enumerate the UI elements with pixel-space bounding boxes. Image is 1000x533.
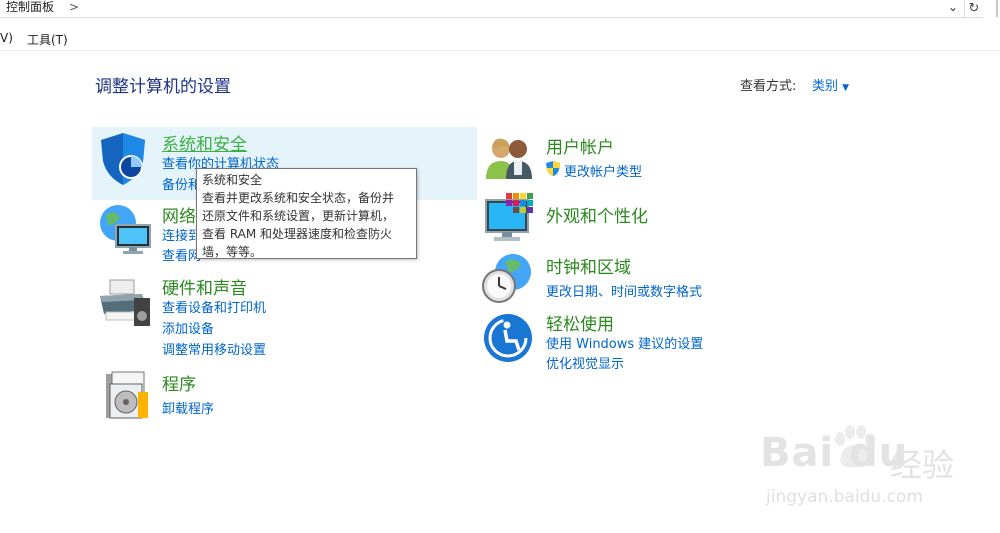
link-uninstall-program[interactable]: 卸载程序 <box>162 398 214 417</box>
category-user-accounts[interactable]: 用户帐户 <box>546 133 614 158</box>
category-ease-of-access[interactable]: 轻松使用 <box>546 310 614 335</box>
view-by-dropdown[interactable]: 类别 ▼ <box>812 75 849 94</box>
category-clock-region[interactable]: 时钟和区域 <box>546 253 631 278</box>
tooltip-line-1: 查看并更改系统和安全状态，备份并 <box>202 191 395 205</box>
link-change-account-type[interactable]: 更改帐户类型 <box>564 161 642 180</box>
link-devices-printers[interactable]: 查看设备和打印机 <box>162 297 266 316</box>
menu-tools[interactable]: 工具(T) <box>27 31 68 48</box>
clock-globe-icon[interactable] <box>481 252 533 306</box>
menu-bar: V) 工具(T) <box>0 28 1000 51</box>
category-programs[interactable]: 程序 <box>162 370 196 395</box>
dropdown-arrow-icon: ▼ <box>842 83 850 93</box>
watermark-brand: Bai du <box>760 430 909 476</box>
watermark-url: jingyan.baidu.com <box>766 487 923 507</box>
programs-icon[interactable] <box>100 370 150 422</box>
category-network[interactable]: 网络 <box>162 202 196 227</box>
ease-of-access-icon[interactable] <box>483 313 533 363</box>
breadcrumb-control-panel[interactable]: 控制面板 <box>6 0 54 15</box>
uac-shield-icon <box>546 161 560 176</box>
view-by-value: 类别 <box>812 79 839 94</box>
link-mobility-settings[interactable]: 调整常用移动设置 <box>162 339 266 358</box>
refresh-icon: ↻ <box>968 1 980 16</box>
category-system-security[interactable]: 系统和安全 <box>162 130 247 155</box>
view-by-label: 查看方式: <box>740 79 797 94</box>
user-accounts-icon[interactable] <box>484 135 534 181</box>
link-change-date-time[interactable]: 更改日期、时间或数字格式 <box>546 281 702 300</box>
tooltip-line-3: 查看 RAM 和处理器速度和检查防火 <box>202 227 393 241</box>
link-add-device[interactable]: 添加设备 <box>162 318 214 337</box>
link-optimize-visual-display[interactable]: 优化视觉显示 <box>546 353 624 372</box>
address-bar[interactable]: 控制面板 > ⌄ <box>0 0 964 18</box>
tooltip-title: 系统和安全 <box>202 173 263 187</box>
category-hardware-sound[interactable]: 硬件和声音 <box>162 274 247 299</box>
menu-view[interactable]: V) <box>0 31 13 45</box>
network-globe-icon[interactable] <box>96 203 154 255</box>
search-box-edge[interactable] <box>996 0 998 17</box>
address-dropdown-icon[interactable]: ⌄ <box>948 0 958 14</box>
shield-icon[interactable] <box>97 131 149 187</box>
tooltip-line-2: 还原文件和系统设置，更新计算机， <box>202 209 395 223</box>
appearance-monitor-icon[interactable] <box>484 192 540 244</box>
watermark-jingyan: 经验 <box>890 446 955 484</box>
category-tooltip: 系统和安全 查看并更改系统和安全状态，备份并 还原文件和系统设置，更新计算机， … <box>196 168 417 259</box>
breadcrumb-chevron-icon[interactable]: > <box>69 0 79 15</box>
link-windows-recommended-settings[interactable]: 使用 Windows 建议的设置 <box>546 333 703 352</box>
tooltip-line-4: 墙，等等。 <box>202 245 263 259</box>
printer-speaker-icon[interactable] <box>96 276 154 328</box>
refresh-button[interactable]: ↻ <box>964 0 983 18</box>
category-appearance[interactable]: 外观和个性化 <box>546 202 648 227</box>
page-title: 调整计算机的设置 <box>95 77 231 97</box>
